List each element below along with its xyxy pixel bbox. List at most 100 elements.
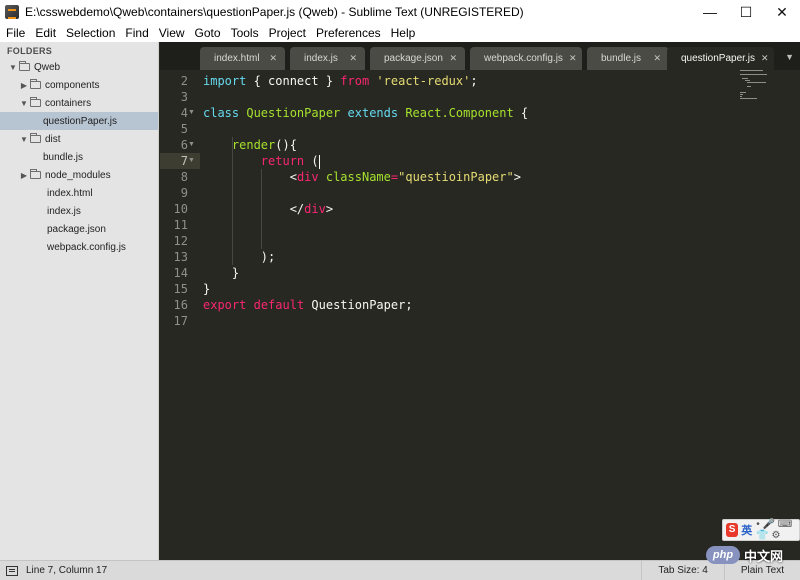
tree-folder-node-modules[interactable]: ▶ node_modules	[0, 166, 158, 184]
line-number: 4	[180, 106, 188, 120]
close-tab-icon[interactable]: ✕	[349, 53, 357, 64]
tab-bundle-js[interactable]: bundle.js ✕	[587, 47, 669, 70]
menu-find[interactable]: Find	[120, 26, 153, 40]
code-line[interactable]: export default QuestionPaper;	[203, 297, 413, 313]
menu-tools[interactable]: Tools	[226, 26, 264, 40]
code-token: ;	[470, 74, 478, 88]
minimap[interactable]	[740, 70, 784, 106]
chevron-down-icon[interactable]: ▼	[18, 99, 30, 108]
tab-index-js[interactable]: index.js ✕	[290, 47, 365, 70]
code-token: default	[253, 298, 305, 312]
tree-file-index-js[interactable]: index.js	[0, 202, 158, 220]
tree-label: index.js	[47, 205, 81, 217]
sidebar: FOLDERS ▼ Qweb ▶ components ▼ containers…	[0, 42, 159, 560]
line-number: 12	[173, 234, 188, 248]
fold-arrow-icon[interactable]: ▼	[188, 153, 196, 169]
code-token: from	[340, 74, 370, 88]
syntax-selector[interactable]: Plain Text	[725, 565, 800, 576]
close-tab-icon[interactable]: ✕	[653, 53, 661, 64]
close-window-button[interactable]: ✕	[764, 0, 800, 24]
fold-arrow-icon[interactable]: ▼	[188, 105, 196, 121]
code-token: QuestionPaper;	[304, 298, 413, 312]
tab-package-json[interactable]: package.json ✕	[370, 47, 465, 70]
menu-project[interactable]: Project	[264, 26, 311, 40]
menu-help[interactable]: Help	[386, 26, 421, 40]
line-number: 10	[173, 202, 188, 216]
tab-size-selector[interactable]: Tab Size: 4	[642, 565, 723, 576]
code-token: QuestionPaper	[246, 106, 341, 120]
menu-file[interactable]: File	[1, 26, 30, 40]
code-line[interactable]: }	[203, 281, 210, 297]
status-bar: Line 7, Column 17 Tab Size: 4 Plain Text	[0, 560, 800, 580]
menu-goto[interactable]: Goto	[190, 26, 226, 40]
open-folder-icon	[30, 133, 41, 143]
tree-label: Qweb	[34, 61, 61, 73]
fold-arrow-icon[interactable]: ▼	[188, 137, 196, 153]
tree-file-package-json[interactable]: package.json	[0, 220, 158, 238]
code-line[interactable]: );	[203, 249, 275, 265]
tree-file-questionpaper[interactable]: questionPaper.js	[0, 112, 158, 130]
chevron-right-icon[interactable]: ▶	[18, 171, 30, 180]
tree-label: package.json	[47, 223, 106, 235]
maximize-button[interactable]: ☐	[728, 0, 764, 24]
code-token: render	[231, 138, 276, 152]
tree-label: webpack.config.js	[47, 241, 126, 253]
menu-edit[interactable]: Edit	[30, 26, 61, 40]
tree-folder-containers[interactable]: ▼ containers	[0, 94, 158, 112]
cursor-position: Line 7, Column 17	[26, 565, 108, 576]
line-number: 11	[173, 218, 188, 232]
chevron-right-icon[interactable]: ▶	[18, 81, 30, 90]
tree-folder-qweb[interactable]: ▼ Qweb	[0, 58, 158, 76]
watermark-text: 中文网	[744, 548, 784, 564]
panel-toggle-icon[interactable]	[6, 565, 18, 576]
minimap-line	[747, 82, 767, 83]
tree-label: bundle.js	[43, 151, 84, 163]
close-tab-icon[interactable]: ✕	[269, 53, 277, 64]
tab-label: questionPaper.js	[681, 53, 755, 64]
code-token: class	[203, 106, 240, 120]
ime-tools-icons[interactable]: • 🎤 ⌨ 👕 ⚙	[756, 519, 799, 541]
code-token: >	[325, 202, 334, 216]
folders-header: FOLDERS	[7, 46, 53, 56]
ime-language-toggle[interactable]: 英	[741, 522, 752, 538]
menu-preferences[interactable]: Preferences	[311, 26, 386, 40]
code-editor[interactable]: 2 3 4 ▼ 5 6 ▼ 7 ▼ 8 9 10 11 12 13 14 15 16 17 import { con…	[160, 70, 800, 560]
code-line[interactable]: class QuestionPaper extends React.Compon…	[203, 105, 528, 121]
code-line[interactable]: import { connect } from 'react-redux';	[203, 73, 478, 89]
minimize-button[interactable]: —	[692, 0, 728, 24]
chevron-down-icon[interactable]: ▼	[18, 135, 30, 144]
tab-questionpaper-js[interactable]: questionPaper.js ✕	[667, 47, 774, 70]
php-logo-icon: php	[706, 546, 740, 564]
code-line[interactable]: return (	[203, 153, 320, 169]
tree-file-webpack-config[interactable]: webpack.config.js	[0, 238, 158, 256]
close-tab-icon[interactable]: ✕	[569, 53, 577, 64]
line-number: 5	[180, 122, 188, 136]
open-folder-icon	[19, 61, 30, 71]
minimap-line	[740, 70, 763, 71]
tree-file-index-html[interactable]: index.html	[0, 184, 158, 202]
ime-toolbar[interactable]: S 英 • 🎤 ⌨ 👕 ⚙	[722, 519, 800, 541]
watermark: php 中文网	[706, 545, 798, 565]
tree-folder-dist[interactable]: ▼ dist	[0, 130, 158, 148]
tree-label: dist	[45, 133, 61, 145]
code-token: className	[325, 170, 391, 184]
tab-index-html[interactable]: index.html ✕	[200, 47, 285, 70]
chevron-down-icon[interactable]: ▼	[7, 63, 19, 72]
tab-overflow-chevron-icon[interactable]: ▼	[785, 52, 794, 62]
code-token: div	[296, 170, 319, 184]
tree-file-bundle[interactable]: bundle.js	[0, 148, 158, 166]
code-line[interactable]: }	[203, 265, 239, 281]
tab-webpack-config[interactable]: webpack.config.js ✕	[470, 47, 582, 70]
tree-label: components	[45, 79, 100, 91]
menu-selection[interactable]: Selection	[61, 26, 120, 40]
close-tab-icon[interactable]: ✕	[761, 53, 769, 64]
tree-folder-components[interactable]: ▶ components	[0, 76, 158, 94]
code-line[interactable]: render(){	[203, 137, 297, 153]
menu-view[interactable]: View	[154, 26, 190, 40]
code-line[interactable]: <div className="questioinPaper">	[203, 169, 521, 185]
code-token: {	[513, 106, 529, 120]
code-token: "questioinPaper"	[398, 170, 514, 184]
code-line[interactable]: </div>	[203, 201, 333, 217]
close-tab-icon[interactable]: ✕	[449, 53, 457, 64]
